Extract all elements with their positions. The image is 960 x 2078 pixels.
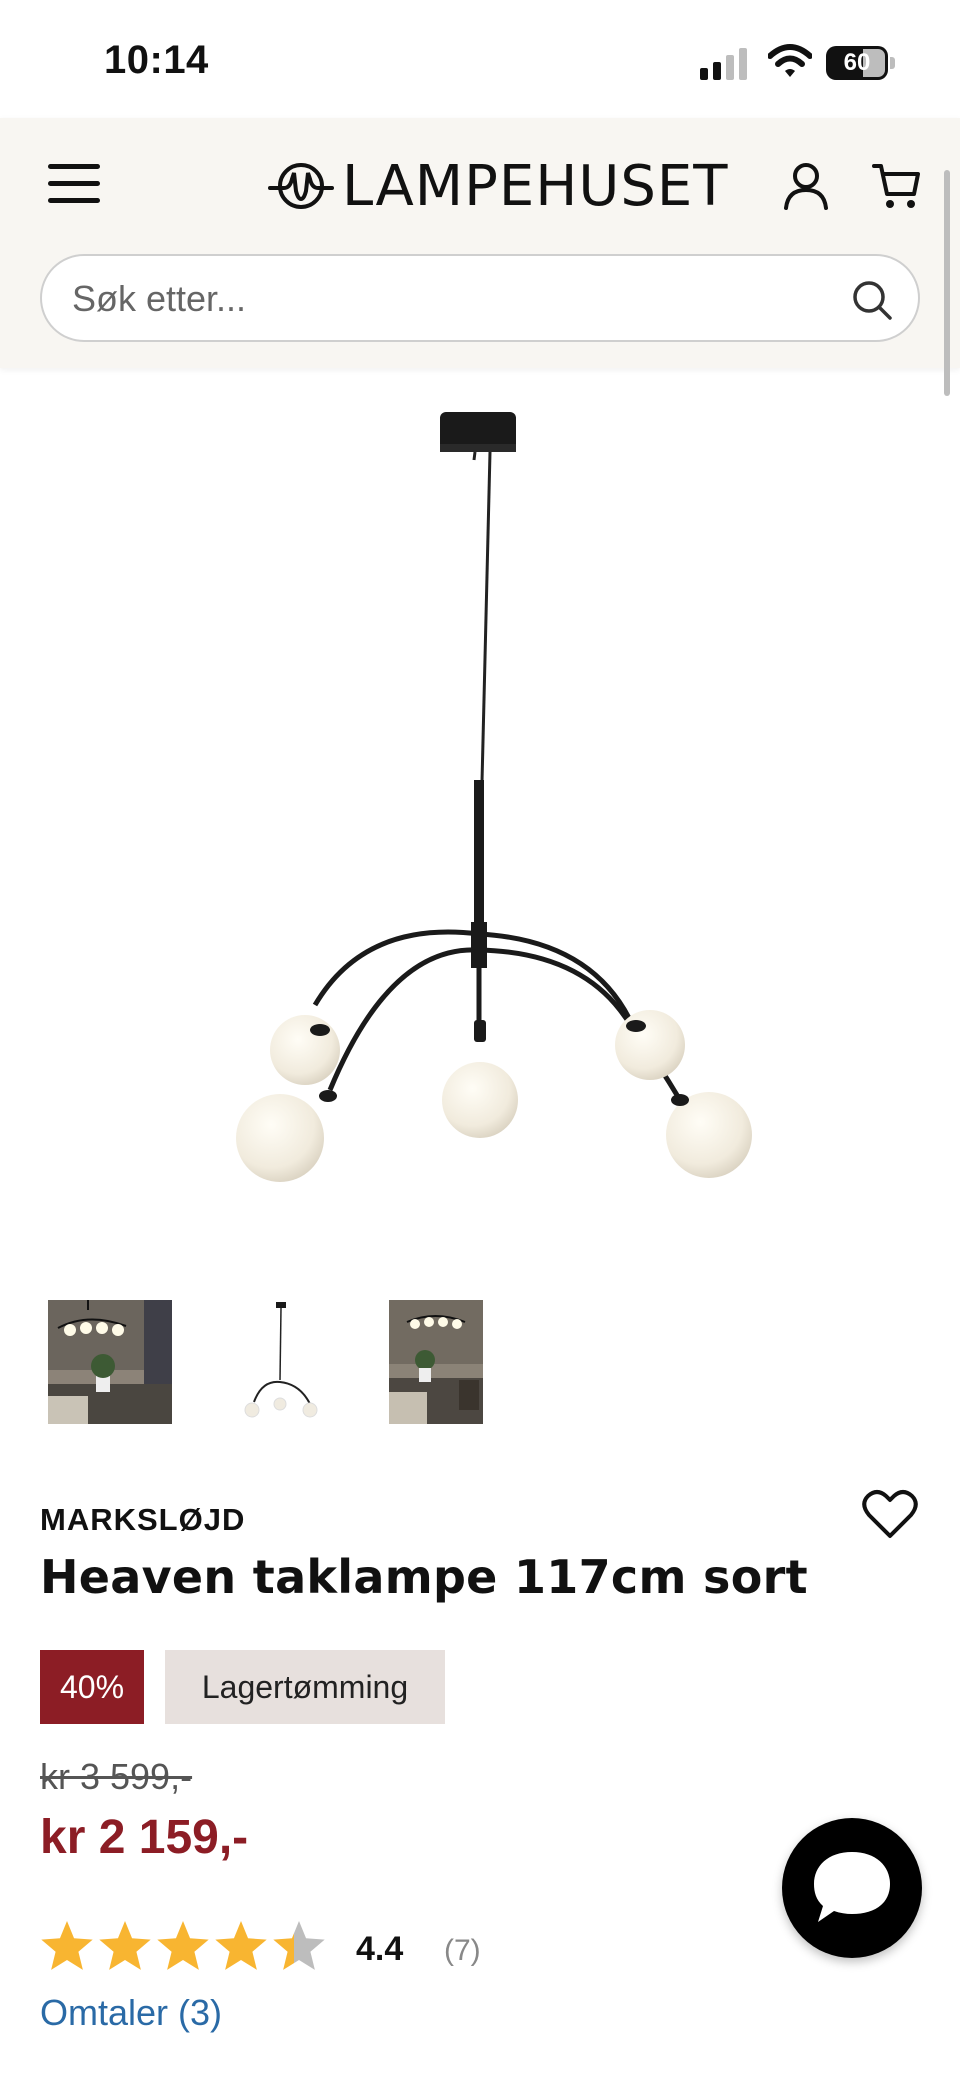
logo-icon — [268, 163, 334, 209]
site-logo[interactable]: LAMPEHUSET — [268, 153, 729, 219]
thumbnail-room-scene-1[interactable] — [48, 1300, 172, 1424]
product-main-image[interactable] — [190, 400, 770, 1200]
hamburger-menu-button[interactable] — [48, 158, 100, 208]
search-icon[interactable] — [850, 278, 894, 322]
rating-count: (7) — [444, 1934, 481, 1967]
heart-icon[interactable] — [862, 1488, 918, 1540]
product-brand[interactable]: MARKSLØJD — [40, 1502, 245, 1538]
star-icon — [215, 1921, 267, 1970]
page-scrollbar[interactable] — [944, 170, 950, 396]
clearance-badge: Lagertømming — [165, 1650, 445, 1724]
chat-button[interactable] — [782, 1818, 922, 1958]
thumbnail-product-cutout[interactable] — [218, 1300, 342, 1424]
star-icon — [273, 1921, 325, 1970]
status-bar: 10:14 60 — [0, 0, 960, 118]
discount-badge: 40% — [40, 1650, 144, 1724]
site-header: LAMPEHUSET — [0, 118, 960, 368]
rating-stars[interactable] — [40, 1920, 340, 1976]
battery-level: 60 — [843, 49, 871, 76]
user-icon[interactable] — [782, 160, 830, 210]
product-title: Heaven taklampe 117cm sort — [40, 1550, 808, 1604]
status-time: 10:14 — [104, 38, 209, 82]
rating-value: 4.4 — [356, 1930, 404, 1968]
old-price: kr 3 599,- — [40, 1756, 193, 1797]
cart-icon[interactable] — [872, 160, 920, 210]
search-box[interactable] — [40, 254, 920, 342]
star-icon — [99, 1921, 151, 1970]
reviews-link[interactable]: Omtaler (3) — [40, 1992, 222, 2034]
star-icon — [157, 1921, 209, 1970]
signal-icon — [700, 48, 747, 80]
sale-price: kr 2 159,- — [40, 1811, 249, 1864]
star-icon — [41, 1921, 93, 1970]
logo-text: LAMPEHUSET — [342, 153, 729, 219]
search-input[interactable] — [72, 272, 832, 326]
chat-bubble-icon — [814, 1852, 890, 1922]
battery-icon: 60 — [826, 46, 896, 80]
wifi-icon — [768, 44, 812, 77]
thumbnail-room-scene-2[interactable] — [389, 1300, 483, 1424]
